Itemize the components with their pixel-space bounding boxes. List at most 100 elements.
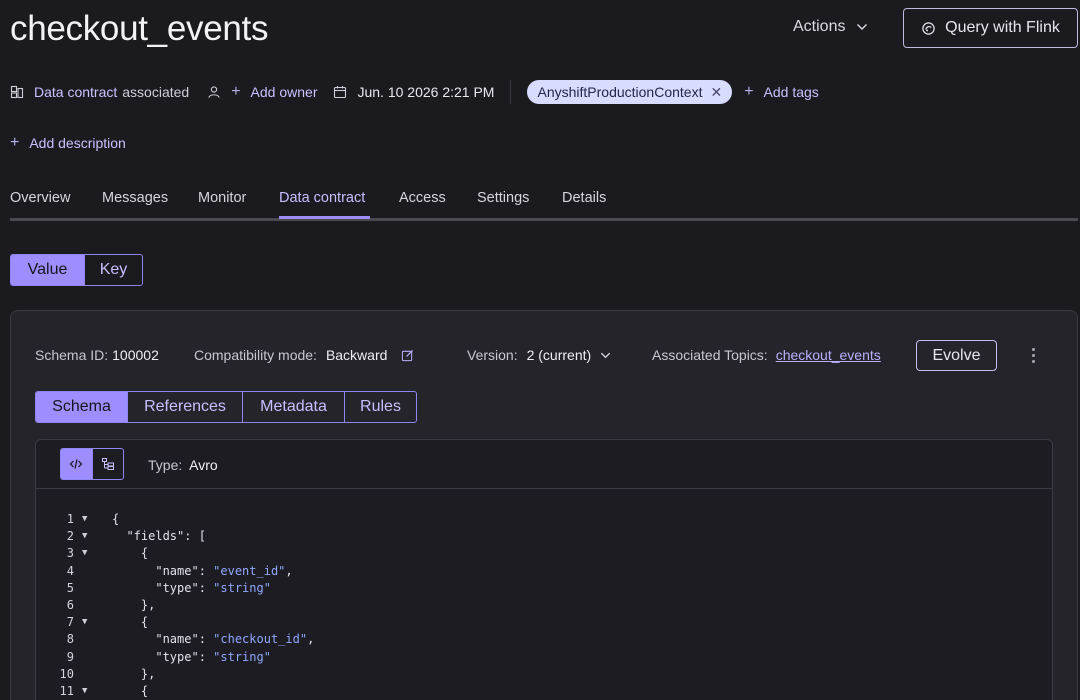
code-line: 5 "type": "string" [36, 580, 1036, 597]
code-text: "type": "string" [112, 580, 271, 595]
tab-details[interactable]: Details [562, 190, 606, 206]
data-contract-link[interactable]: Data contract [34, 84, 117, 100]
code-line: 3 ▼ { [36, 545, 1036, 562]
calendar-icon [334, 86, 347, 99]
code-line: 11 ▼ { [36, 683, 1036, 700]
code-line: 6 }, [36, 597, 1036, 614]
code-line: 1 ▼ { [36, 511, 1036, 528]
actions-label: Actions [793, 18, 846, 35]
version-select[interactable]: Version: 2 (current) [467, 343, 612, 367]
string-literal: "string" [213, 649, 271, 664]
code-text: }, [112, 598, 156, 612]
user-icon [208, 86, 220, 98]
compat-value: Backward [325, 347, 388, 363]
tab-access[interactable]: Access [399, 190, 446, 206]
schema-id-value: 100002 [112, 347, 159, 363]
code-text: "fields": [ [112, 529, 206, 544]
subtab-rules[interactable]: Rules [345, 392, 416, 422]
chevron-down-icon [857, 24, 868, 30]
line-number: 3 [66, 546, 74, 561]
string-literal: "event_id" [213, 563, 286, 578]
subtab-references[interactable]: References [128, 392, 243, 422]
evolve-button[interactable]: Evolve [916, 340, 997, 371]
code-view-button[interactable] [61, 449, 92, 479]
line-number: 9 [66, 649, 74, 664]
schema-editor: Type: Avro 1 ▼ {2 ▼ "fields": [3 ▼ {4 "name"… [35, 439, 1053, 700]
line-number: 8 [66, 632, 74, 647]
actions-dropdown[interactable]: Actions [793, 18, 869, 36]
add-owner-button[interactable]: + Add owner [231, 84, 318, 101]
code-text: }, [112, 666, 156, 681]
tab-monitor[interactable]: Monitor [198, 190, 246, 206]
line-number: 4 [66, 563, 74, 578]
line-number: 6 [66, 598, 74, 612]
plus-icon: + [10, 134, 20, 151]
contract-icon [10, 85, 24, 99]
topic-meta-row: Data contract associated + Add owner Jun… [10, 80, 819, 104]
fold-arrow-icon[interactable]: ▼ [82, 614, 87, 631]
code-text: "name": "event_id", [112, 563, 293, 578]
key-option[interactable]: Key [85, 255, 142, 285]
chevron-down-icon [601, 352, 611, 358]
close-icon[interactable]: ✕ [710, 84, 722, 101]
assoc-label: Associated Topics: [652, 347, 768, 363]
meta-divider [510, 80, 512, 104]
version-label: Version: [467, 347, 518, 363]
add-description-button[interactable]: + Add description [10, 134, 126, 152]
line-number: 2 [66, 529, 74, 544]
schema-id: Schema ID: 100002 [35, 343, 159, 367]
line-number: 11 [59, 684, 74, 698]
schema-id-label: Schema ID: [35, 347, 109, 363]
plus-icon: + [744, 83, 754, 100]
line-number: 1 [66, 512, 74, 526]
add-tags-button[interactable]: + Add tags [744, 83, 819, 101]
page-title: checkout_events [10, 9, 269, 48]
line-number: 5 [66, 580, 74, 595]
value-option[interactable]: Value [11, 255, 85, 285]
code-text: "type": "string" [112, 649, 271, 664]
tab-data-contract[interactable]: Data contract [279, 190, 365, 206]
compat-label: Compatibility mode: [194, 347, 317, 363]
more-vertical-icon[interactable] [1026, 345, 1040, 365]
code-icon [70, 459, 83, 469]
code-text: { [112, 546, 149, 561]
fold-arrow-icon[interactable]: ▼ [82, 528, 87, 545]
data-contract-status: associated [122, 84, 190, 100]
fold-arrow-icon[interactable]: ▼ [82, 683, 87, 700]
editor-header: Type: Avro [36, 440, 1052, 489]
tag-chip[interactable]: AnyshiftProductionContext ✕ [527, 80, 733, 104]
timestamp-meta: Jun. 10 2026 2:21 PM [333, 84, 494, 100]
tab-settings[interactable]: Settings [477, 190, 529, 206]
tree-icon [101, 458, 114, 470]
code-line: 4 "name": "event_id", [36, 563, 1036, 580]
value-key-toggle: Value Key [10, 254, 143, 286]
add-owner-label: Add owner [250, 84, 318, 100]
code-line: 7 ▼ { [36, 614, 1036, 631]
add-tags-label: Add tags [763, 84, 819, 100]
associated-topic-link[interactable]: checkout_events [776, 347, 881, 363]
line-number: 10 [59, 666, 74, 681]
schema-subtabs: Schema References Metadata Rules [35, 391, 417, 423]
code-text: "name": "checkout_id", [112, 632, 315, 647]
tag-label: AnyshiftProductionContext [537, 84, 703, 100]
active-tab-indicator [279, 216, 370, 219]
code-line: 2 ▼ "fields": [ [36, 528, 1036, 545]
subtab-schema[interactable]: Schema [36, 392, 128, 422]
subtab-metadata[interactable]: Metadata [243, 392, 345, 422]
edit-icon[interactable] [401, 349, 414, 362]
line-number: 7 [66, 615, 74, 630]
tab-messages[interactable]: Messages [102, 190, 168, 206]
fold-arrow-icon[interactable]: ▼ [82, 545, 87, 562]
code-line: 10 }, [36, 666, 1036, 683]
associated-topics: Associated Topics: checkout_events [652, 343, 881, 367]
query-with-flink-button[interactable]: Query with Flink [903, 8, 1078, 48]
type-label: Type: [148, 457, 183, 473]
tree-view-button[interactable] [91, 449, 123, 479]
owner-meta [207, 85, 221, 99]
compatibility-mode: Compatibility mode: Backward [194, 343, 414, 367]
code-line: 9 "type": "string" [36, 649, 1036, 666]
fold-arrow-icon[interactable]: ▼ [82, 511, 87, 528]
code-line: 8 "name": "checkout_id", [36, 631, 1036, 648]
tab-overview[interactable]: Overview [10, 190, 70, 206]
data-contract-meta: Data contract associated [10, 84, 189, 100]
